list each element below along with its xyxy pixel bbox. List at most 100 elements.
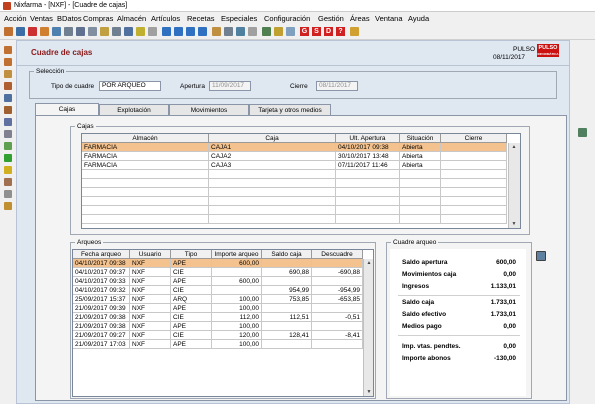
user-icon[interactable] bbox=[4, 70, 12, 78]
home-icon[interactable] bbox=[4, 27, 13, 36]
print-report-icon[interactable] bbox=[536, 251, 546, 261]
saldo-caja-value: 1.733,01 bbox=[490, 299, 516, 306]
filter-icon[interactable] bbox=[112, 27, 121, 36]
help-button[interactable]: ? bbox=[336, 27, 345, 36]
cierre-field[interactable]: 08/11/2017 bbox=[316, 81, 358, 91]
cell-fecha: 04/10/2017 09:37 bbox=[73, 268, 130, 277]
col-fecha-arqueo[interactable]: Fecha arqueo bbox=[73, 250, 130, 259]
stop-icon[interactable] bbox=[28, 27, 37, 36]
menu-areas[interactable]: Áreas bbox=[350, 14, 370, 23]
cell-fecha: 21/09/2017 09:39 bbox=[73, 304, 130, 313]
menu-ayuda[interactable]: Ayuda bbox=[408, 14, 429, 23]
menu-almacen[interactable]: Almacén bbox=[117, 14, 146, 23]
customer-icon[interactable] bbox=[4, 82, 12, 90]
col-importe-arqueo[interactable]: Importe arqueo bbox=[212, 250, 262, 259]
menu-articulos[interactable]: Artículos bbox=[151, 14, 180, 23]
menu-bdatos[interactable]: BDatos bbox=[57, 14, 82, 23]
orders-icon[interactable] bbox=[4, 94, 12, 102]
medios-pago-value: 0,00 bbox=[503, 323, 516, 330]
warning-icon[interactable] bbox=[4, 166, 12, 174]
col-ult-apertura[interactable]: Ult. Apertura bbox=[336, 134, 400, 143]
list-icon[interactable] bbox=[52, 27, 61, 36]
header-user: PULSO bbox=[513, 46, 536, 53]
cut-icon[interactable] bbox=[64, 27, 73, 36]
calculator-icon[interactable] bbox=[578, 128, 587, 137]
next-icon[interactable] bbox=[186, 27, 195, 36]
tipo-cuadre-field[interactable]: POR ARQUEO bbox=[99, 81, 161, 91]
arqueos-grid[interactable]: Fecha arqueo Usuario Tipo Importe arqueo… bbox=[72, 249, 374, 397]
cierre-label: Cierre bbox=[290, 83, 308, 90]
cell-fecha: 04/10/2017 09:32 bbox=[73, 286, 130, 295]
stock-icon[interactable] bbox=[4, 178, 12, 186]
chart-icon[interactable] bbox=[4, 202, 12, 210]
col-caja[interactable]: Caja bbox=[209, 134, 336, 143]
last-icon[interactable] bbox=[198, 27, 207, 36]
col-tipo[interactable]: Tipo bbox=[171, 250, 212, 259]
sort-icon[interactable] bbox=[124, 27, 133, 36]
col-descuadre[interactable]: Descuadre bbox=[312, 250, 363, 259]
cell-importe: 112,00 bbox=[212, 313, 262, 322]
copy-icon[interactable] bbox=[76, 27, 85, 36]
arqueos-scrollbar[interactable]: ▲ ▼ bbox=[363, 259, 373, 396]
menu-compras[interactable]: Compras bbox=[83, 14, 113, 23]
cell-cierre bbox=[441, 161, 507, 170]
save-icon[interactable] bbox=[212, 27, 221, 36]
first-icon[interactable] bbox=[162, 27, 171, 36]
notes-icon[interactable] bbox=[4, 130, 12, 138]
col-usuario[interactable]: Usuario bbox=[130, 250, 171, 259]
help-icon[interactable] bbox=[274, 27, 283, 36]
menu-especiales[interactable]: Especiales bbox=[221, 14, 257, 23]
g-button[interactable]: G bbox=[300, 27, 309, 36]
cart-icon[interactable] bbox=[4, 106, 12, 114]
header-date: 08/11/2017 bbox=[493, 54, 526, 61]
col-cierre[interactable]: Cierre bbox=[441, 134, 507, 143]
register-icon[interactable] bbox=[4, 58, 12, 66]
imp-vtas-pendtes-label: Imp. vtas. pendtes. bbox=[402, 343, 461, 350]
scroll-up-icon[interactable]: ▲ bbox=[510, 143, 518, 151]
cell-fecha: 21/09/2017 09:38 bbox=[73, 322, 130, 331]
menu-configuracion[interactable]: Configuración bbox=[264, 14, 310, 23]
importe-abonos-label: Importe abonos bbox=[402, 355, 451, 362]
empty-cell bbox=[209, 188, 336, 197]
menu-ventana[interactable]: Ventana bbox=[375, 14, 403, 23]
print-icon[interactable] bbox=[224, 27, 233, 36]
scroll-up-icon[interactable]: ▲ bbox=[365, 259, 373, 267]
lock-icon[interactable] bbox=[350, 27, 359, 36]
cajas-grid[interactable]: Almacén Caja Ult. Apertura Situación Cie… bbox=[81, 133, 521, 229]
saldo-apertura-label: Saldo apertura bbox=[402, 259, 448, 266]
previous-icon[interactable] bbox=[174, 27, 183, 36]
menu-ventas[interactable]: Ventas bbox=[30, 14, 53, 23]
d-button[interactable]: D bbox=[324, 27, 333, 36]
edit-icon[interactable] bbox=[4, 118, 12, 126]
info-icon[interactable] bbox=[262, 27, 271, 36]
exit-icon[interactable] bbox=[248, 27, 257, 36]
star-icon[interactable] bbox=[136, 27, 145, 36]
col-situacion[interactable]: Situación bbox=[400, 134, 441, 143]
cell-usuario: NXF bbox=[130, 295, 171, 304]
cell-importe bbox=[212, 286, 262, 295]
col-almacen[interactable]: Almacén bbox=[82, 134, 209, 143]
calendar-icon[interactable] bbox=[40, 27, 49, 36]
bookmark-icon[interactable] bbox=[148, 27, 157, 36]
window-icon[interactable] bbox=[286, 27, 295, 36]
scroll-down-icon[interactable]: ▼ bbox=[365, 388, 373, 396]
menu-recetas[interactable]: Recetas bbox=[187, 14, 215, 23]
document-icon[interactable] bbox=[16, 27, 25, 36]
cell-descuadre: -690,88 bbox=[312, 268, 363, 277]
menu-gestion[interactable]: Gestión bbox=[318, 14, 344, 23]
refresh-icon[interactable] bbox=[4, 154, 12, 162]
paste-icon[interactable] bbox=[88, 27, 97, 36]
preview-icon[interactable] bbox=[236, 27, 245, 36]
s-button[interactable]: S bbox=[312, 27, 321, 36]
cell-situacion: Abierta bbox=[400, 161, 441, 170]
cell-importe: 600,00 bbox=[212, 259, 262, 268]
tools-icon[interactable] bbox=[4, 190, 12, 198]
menu-accion[interactable]: Acción bbox=[4, 14, 27, 23]
undo-icon[interactable] bbox=[100, 27, 109, 36]
cajas-scrollbar[interactable]: ▲ ▼ bbox=[508, 143, 520, 228]
sales-icon[interactable] bbox=[4, 46, 12, 54]
scroll-down-icon[interactable]: ▼ bbox=[510, 220, 518, 228]
add-icon[interactable] bbox=[4, 142, 12, 150]
apertura-field[interactable]: 11/09/2017 bbox=[209, 81, 251, 91]
col-saldo-caja[interactable]: Saldo caja bbox=[262, 250, 312, 259]
